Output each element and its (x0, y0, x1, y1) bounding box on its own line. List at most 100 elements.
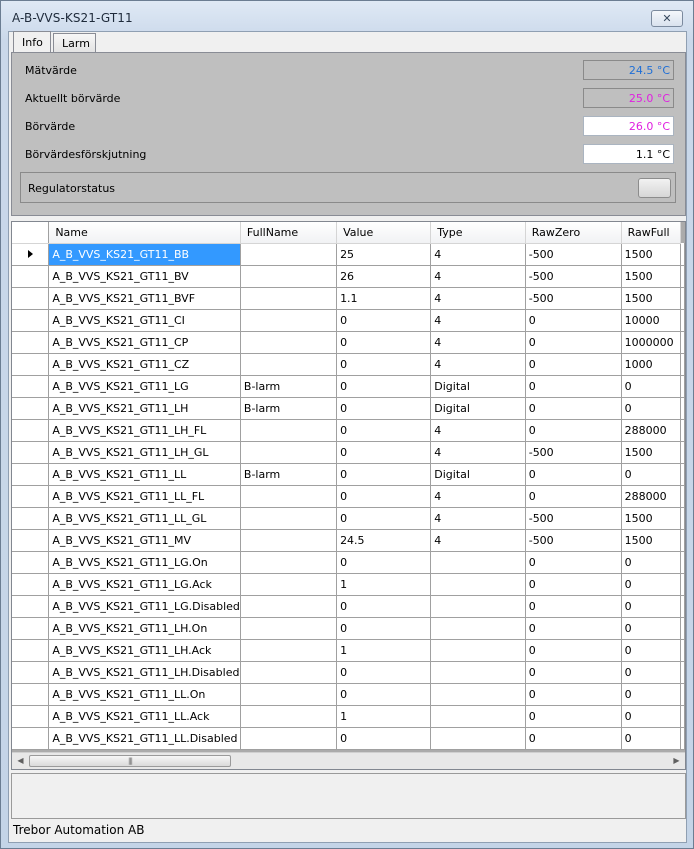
table-row[interactable]: A_B_VVS_KS21_GT11_LG.Disabled 0 0 0 (12, 595, 685, 618)
cell-rawfull[interactable]: 0 (621, 375, 682, 398)
cell-rawzero[interactable]: 0 (525, 485, 622, 508)
cell-value[interactable]: 0 (336, 375, 432, 398)
scrollbar-thumb[interactable]: ||| (29, 755, 231, 767)
cell-value[interactable]: 0 (336, 463, 432, 486)
cell-rawzero[interactable]: 0 (525, 705, 622, 728)
cell-type[interactable] (430, 683, 526, 706)
cell-rawfull[interactable]: 0 (621, 683, 682, 706)
cell-value[interactable]: 24.5 (336, 529, 432, 552)
cell-rawfull[interactable]: 0 (621, 639, 682, 662)
table-row[interactable]: A_B_VVS_KS21_GT11_LG.Ack 1 0 0 (12, 573, 685, 596)
row-header[interactable] (12, 683, 50, 706)
cell-type[interactable]: 4 (430, 485, 526, 508)
table-row[interactable]: A_B_VVS_KS21_GT11_CP 0 4 0 1000000 (12, 331, 685, 354)
cell-type[interactable]: 4 (430, 507, 526, 530)
row-header[interactable] (12, 573, 50, 596)
cell-value[interactable]: 0 (336, 683, 432, 706)
cell-value[interactable]: 0 (336, 661, 432, 684)
horizontal-scrollbar[interactable]: ◀ ||| ▶ (12, 752, 685, 769)
cell-type[interactable]: Digital (430, 463, 526, 486)
cell-rawzero[interactable]: 0 (525, 683, 622, 706)
cell-name[interactable]: A_B_VVS_KS21_GT11_LH.Ack (48, 639, 241, 662)
cell-value[interactable]: 1 (336, 573, 432, 596)
row-header[interactable] (12, 727, 50, 750)
cell-value[interactable]: 0 (336, 397, 432, 420)
cell-name[interactable]: A_B_VVS_KS21_GT11_BB (48, 243, 241, 266)
cell-rawzero[interactable]: -500 (525, 265, 622, 288)
cell-value[interactable]: 0 (336, 441, 432, 464)
cell-rawfull[interactable]: 0 (621, 705, 682, 728)
cell-name[interactable]: A_B_VVS_KS21_GT11_LG.Disabled (48, 595, 241, 618)
cell-name[interactable]: A_B_VVS_KS21_GT11_BV (48, 265, 241, 288)
cell-rawfull[interactable]: 1000000 (621, 331, 682, 354)
cell-value[interactable]: 1 (336, 639, 432, 662)
cell-fullname[interactable] (240, 705, 338, 728)
cell-fullname[interactable] (240, 639, 338, 662)
cell-type[interactable]: Digital (430, 375, 526, 398)
cell-rawfull[interactable]: 0 (621, 617, 682, 640)
cell-rawzero[interactable]: 0 (525, 573, 622, 596)
cell-fullname[interactable] (240, 309, 338, 332)
cell-rawzero[interactable]: 0 (525, 309, 622, 332)
cell-value[interactable]: 0 (336, 507, 432, 530)
cell-name[interactable]: A_B_VVS_KS21_GT11_BVF (48, 287, 241, 310)
cell-name[interactable]: A_B_VVS_KS21_GT11_LH_FL (48, 419, 241, 442)
cell-rawfull[interactable]: 288000 (621, 485, 682, 508)
cell-rawfull[interactable]: 1500 (621, 265, 682, 288)
column-header-rawfull[interactable]: RawFull (621, 222, 682, 244)
cell-value[interactable]: 1 (336, 705, 432, 728)
table-row[interactable]: A_B_VVS_KS21_GT11_LL.Ack 1 0 0 (12, 705, 685, 728)
cell-name[interactable]: A_B_VVS_KS21_GT11_MV (48, 529, 241, 552)
cell-type[interactable]: 4 (430, 287, 526, 310)
table-row[interactable]: A_B_VVS_KS21_GT11_LH B-larm 0 Digital 0 0 (12, 397, 685, 420)
cell-rawzero[interactable]: 0 (525, 463, 622, 486)
cell-fullname[interactable] (240, 573, 338, 596)
cell-type[interactable] (430, 639, 526, 662)
row-header[interactable] (12, 617, 50, 640)
cell-name[interactable]: A_B_VVS_KS21_GT11_LH.On (48, 617, 241, 640)
cell-value[interactable]: 26 (336, 265, 432, 288)
row-header[interactable] (12, 331, 50, 354)
cell-type[interactable]: Digital (430, 397, 526, 420)
cell-type[interactable] (430, 551, 526, 574)
table-row[interactable]: A_B_VVS_KS21_GT11_LG.On 0 0 0 (12, 551, 685, 574)
row-header[interactable] (12, 551, 50, 574)
table-row[interactable]: A_B_VVS_KS21_GT11_LH_FL 0 4 0 288000 (12, 419, 685, 442)
cell-rawfull[interactable]: 0 (621, 551, 682, 574)
table-row[interactable]: A_B_VVS_KS21_GT11_LH.Disabled 0 0 0 (12, 661, 685, 684)
cell-rawzero[interactable]: -500 (525, 529, 622, 552)
row-header[interactable] (12, 397, 50, 420)
cell-fullname[interactable]: B-larm (240, 463, 338, 486)
title-bar[interactable]: A-B-VVS-KS21-GT11 ✕ (1, 1, 693, 31)
cell-rawfull[interactable]: 0 (621, 397, 682, 420)
cell-value[interactable]: 0 (336, 331, 432, 354)
cell-rawzero[interactable]: 0 (525, 661, 622, 684)
cell-rawfull[interactable]: 1500 (621, 441, 682, 464)
cell-fullname[interactable] (240, 441, 338, 464)
row-header[interactable] (12, 243, 50, 266)
cell-value[interactable]: 0 (336, 309, 432, 332)
cell-fullname[interactable] (240, 529, 338, 552)
row-header[interactable] (12, 287, 50, 310)
table-row[interactable]: A_B_VVS_KS21_GT11_LG B-larm 0 Digital 0 0 (12, 375, 685, 398)
cell-rawzero[interactable]: 0 (525, 595, 622, 618)
row-header[interactable] (12, 661, 50, 684)
cell-rawfull[interactable]: 10000 (621, 309, 682, 332)
cell-rawfull[interactable]: 1000 (621, 353, 682, 376)
cell-name[interactable]: A_B_VVS_KS21_GT11_LL.On (48, 683, 241, 706)
column-header-fullname[interactable]: FullName (240, 222, 338, 244)
row-header[interactable] (12, 309, 50, 332)
cell-name[interactable]: A_B_VVS_KS21_GT11_LL_GL (48, 507, 241, 530)
cell-value[interactable]: 0 (336, 551, 432, 574)
cell-rawzero[interactable]: 0 (525, 551, 622, 574)
cell-value[interactable]: 1.1 (336, 287, 432, 310)
borvarde-field[interactable]: 26.0 °C (583, 116, 674, 136)
cell-fullname[interactable] (240, 353, 338, 376)
table-row[interactable]: A_B_VVS_KS21_GT11_LL.Disabled 0 0 0 (12, 727, 685, 750)
table-row[interactable]: A_B_VVS_KS21_GT11_BB 25 4 -500 1500 (12, 243, 685, 266)
cell-name[interactable]: A_B_VVS_KS21_GT11_LL_FL (48, 485, 241, 508)
cell-value[interactable]: 0 (336, 485, 432, 508)
row-header[interactable] (12, 529, 50, 552)
cell-value[interactable]: 0 (336, 595, 432, 618)
cell-rawzero[interactable]: -500 (525, 507, 622, 530)
